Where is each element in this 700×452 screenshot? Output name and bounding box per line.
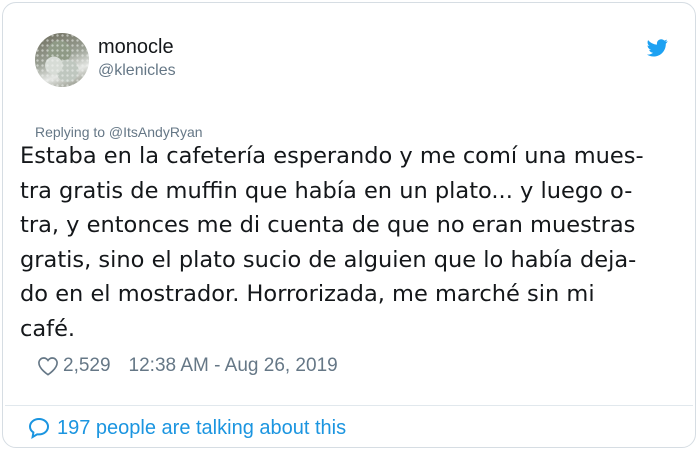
tweet-line: do en el mostrador. Horrorizada, me marc…: [20, 281, 595, 307]
speech-bubble-icon: [28, 417, 50, 439]
conversation-link[interactable]: 197 people are talking about this: [27, 416, 346, 440]
conversation-label[interactable]: 197 people are talking about this: [57, 417, 346, 440]
divider: [5, 405, 693, 406]
user-handle[interactable]: @klenicles: [98, 62, 176, 80]
tweet-line: tra gratis de muffin que había en un pla…: [20, 177, 633, 204]
twitter-bird-icon[interactable]: [644, 37, 670, 59]
tweet-meta: 2,529 12:38 AM - Aug 26, 2019: [37, 354, 338, 378]
tweet-line: tra, y entonces me di cuenta de que no e…: [20, 212, 636, 238]
like-count[interactable]: 2,529: [63, 355, 111, 377]
tweet-text: Estaba en la cafetería esperando y me co…: [20, 139, 690, 346]
replying-to-label[interactable]: Replying to @ItsAndyRyan: [35, 124, 203, 140]
heart-icon[interactable]: [37, 356, 59, 376]
tweet-line: Estaba en la cafetería esperando y me co…: [20, 143, 644, 169]
tweet-card: monocle @klenicles Replying to @ItsAndyR…: [2, 2, 696, 448]
tweet-line: gratis, sino el plato sucio de alguien q…: [20, 246, 637, 273]
tweet-line: café.: [20, 315, 76, 342]
display-name[interactable]: monocle: [98, 36, 174, 59]
avatar[interactable]: [35, 33, 89, 87]
timestamp[interactable]: 12:38 AM - Aug 26, 2019: [129, 355, 338, 377]
avatar-pattern: [35, 33, 89, 87]
